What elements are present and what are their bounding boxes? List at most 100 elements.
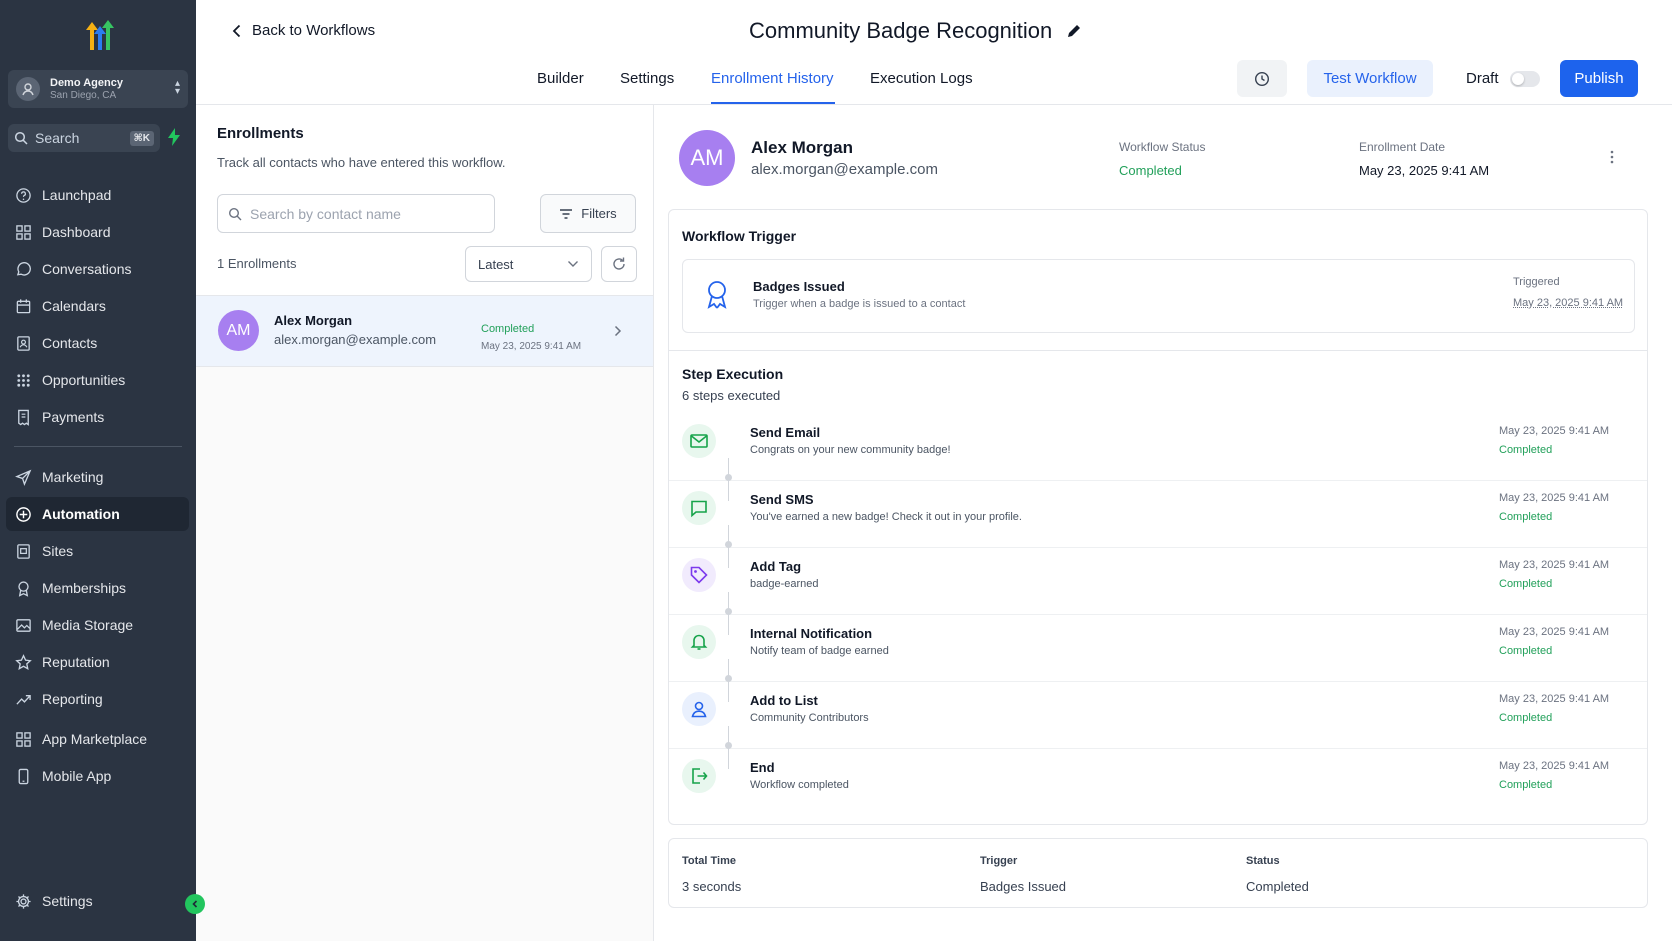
- step-row[interactable]: Add Tag badge-earned May 23, 2025 9:41 A…: [669, 548, 1647, 615]
- step-date: May 23, 2025 9:41 AM: [1499, 626, 1610, 638]
- step-row[interactable]: End Workflow completed May 23, 2025 9:41…: [669, 749, 1647, 816]
- sidebar-item-mobile-app[interactable]: Mobile App: [6, 759, 189, 793]
- sidebar-item-launchpad[interactable]: Launchpad: [6, 178, 189, 212]
- clock-history-icon: [1254, 71, 1270, 86]
- step-connector-dot: [725, 742, 732, 749]
- mail-icon: [682, 424, 716, 458]
- agency-location: San Diego, CA: [50, 89, 117, 101]
- enrollment-date: May 23, 2025 9:41 AM: [481, 341, 582, 352]
- sidebar-item-calendars[interactable]: Calendars: [6, 289, 189, 323]
- app-logo[interactable]: [78, 16, 118, 56]
- triggered-date: May 23, 2025 9:41 AM: [1513, 297, 1624, 309]
- version-history-button[interactable]: [1237, 60, 1287, 97]
- sidebar-item-app-marketplace[interactable]: App Marketplace: [6, 722, 189, 756]
- enrollments-header: Enrollments Track all contacts who have …: [196, 105, 653, 367]
- sidebar-item-reporting[interactable]: Reporting: [6, 682, 189, 716]
- edit-pencil-icon[interactable]: [1066, 23, 1082, 39]
- execution-summary: Total Time 3 seconds Trigger Badges Issu…: [668, 838, 1648, 908]
- sidebar-item-label: Launchpad: [42, 187, 112, 203]
- workflow-title: Community Badge Recognition: [749, 18, 1082, 44]
- step-description: Congrats on your new community badge!: [750, 444, 951, 456]
- refresh-button[interactable]: [601, 246, 637, 282]
- filters-label: Filters: [581, 206, 617, 221]
- back-to-workflows-link[interactable]: Back to Workflows: [232, 22, 375, 39]
- sidebar-item-label: Media Storage: [42, 617, 134, 633]
- step-date: May 23, 2025 9:41 AM: [1499, 425, 1610, 437]
- back-label: Back to Workflows: [252, 22, 376, 39]
- sidebar-item-memberships[interactable]: Memberships: [6, 571, 189, 605]
- enrollments-count: 1 Enrollments: [217, 256, 297, 271]
- workflow-status-value: Completed: [1119, 163, 1182, 178]
- step-description: badge-earned: [750, 578, 819, 590]
- publish-button[interactable]: Publish: [1560, 60, 1638, 97]
- send-icon: [14, 468, 32, 486]
- step-row[interactable]: Internal Notification Notify team of bad…: [669, 615, 1647, 682]
- sidebar-item-sites[interactable]: Sites: [6, 534, 189, 568]
- lightning-icon[interactable]: [168, 128, 180, 146]
- collapse-sidebar-button[interactable]: [185, 894, 205, 914]
- enrollments-subtitle: Track all contacts who have entered this…: [217, 155, 506, 170]
- detail-avatar: AM: [679, 130, 735, 186]
- exit-icon: [682, 759, 716, 793]
- calendar-icon: [14, 297, 32, 315]
- draft-toggle[interactable]: [1510, 71, 1540, 87]
- sidebar-item-settings[interactable]: Settings: [6, 884, 189, 918]
- sidebar-item-contacts[interactable]: Contacts: [6, 326, 189, 360]
- image-icon: [14, 616, 32, 634]
- enrollments-title: Enrollments: [217, 125, 304, 142]
- contact-search-input[interactable]: Search by contact name: [217, 194, 495, 233]
- step-connector-dot: [725, 541, 732, 548]
- detail-contact-name: Alex Morgan: [751, 138, 854, 157]
- page-title: Community Badge Recognition: [749, 18, 1053, 43]
- step-status: Completed: [1499, 779, 1553, 791]
- tab-settings[interactable]: Settings: [620, 70, 674, 87]
- contact-name: Alex Morgan: [274, 313, 353, 328]
- sort-select[interactable]: Latest: [465, 246, 592, 282]
- step-date: May 23, 2025 9:41 AM: [1499, 693, 1610, 705]
- chevron-right-icon: [614, 325, 622, 337]
- enrollment-row[interactable]: AM Alex Morgan alex.morgan@example.com C…: [196, 295, 653, 367]
- step-description: Community Contributors: [750, 712, 869, 724]
- sidebar-search[interactable]: Search ⌘K: [8, 124, 160, 152]
- step-status: Completed: [1499, 645, 1553, 657]
- tab-execution-logs[interactable]: Execution Logs: [870, 70, 973, 87]
- workflow-trigger-title: Workflow Trigger: [682, 228, 797, 244]
- sidebar-item-conversations[interactable]: Conversations: [6, 252, 189, 286]
- step-row[interactable]: Send Email Congrats on your new communit…: [669, 414, 1647, 481]
- search-icon: [228, 207, 242, 220]
- bell-icon: [682, 625, 716, 659]
- total-time-value: 3 seconds: [682, 879, 742, 894]
- detail-contact-email: alex.morgan@example.com: [751, 161, 938, 178]
- tab-builder[interactable]: Builder: [537, 70, 584, 87]
- chevron-left-icon: [232, 24, 241, 37]
- contact-avatar: AM: [218, 310, 259, 351]
- sidebar-item-opportunities[interactable]: Opportunities: [6, 363, 189, 397]
- sidebar-item-marketing[interactable]: Marketing: [6, 460, 189, 494]
- sidebar-item-reputation[interactable]: Reputation: [6, 645, 189, 679]
- summary-status-label: Status: [1246, 855, 1280, 867]
- refresh-icon: [613, 257, 625, 270]
- more-options-icon[interactable]: [1610, 149, 1614, 165]
- sidebar-item-automation[interactable]: Automation: [6, 497, 189, 531]
- chevron-updown-icon: ▴ ▾: [174, 78, 180, 97]
- step-row[interactable]: Send SMS You've earned a new badge! Chec…: [669, 481, 1647, 548]
- sidebar-item-media-storage[interactable]: Media Storage: [6, 608, 189, 642]
- sidebar: Demo Agency San Diego, CA ▴ ▾ Search ⌘K L…: [0, 0, 196, 941]
- test-workflow-button[interactable]: Test Workflow: [1307, 60, 1433, 97]
- tab-enrollment-history[interactable]: Enrollment History: [711, 70, 834, 87]
- filters-button[interactable]: Filters: [540, 194, 636, 233]
- step-status: Completed: [1499, 712, 1553, 724]
- sidebar-item-label: Memberships: [42, 580, 127, 596]
- trend-icon: [14, 690, 32, 708]
- sidebar-item-label: Automation: [42, 506, 120, 522]
- agency-switcher[interactable]: Demo Agency San Diego, CA ▴ ▾: [8, 70, 188, 108]
- summary-trigger-label: Trigger: [980, 855, 1018, 867]
- apps-icon: [14, 730, 32, 748]
- step-row[interactable]: Add to List Community Contributors May 2…: [669, 682, 1647, 749]
- step-description: Workflow completed: [750, 779, 849, 791]
- sidebar-item-dashboard[interactable]: Dashboard: [6, 215, 189, 249]
- step-status: Completed: [1499, 511, 1553, 523]
- sidebar-item-label: Dashboard: [42, 224, 111, 240]
- chat-icon: [14, 260, 32, 278]
- sidebar-item-payments[interactable]: Payments: [6, 400, 189, 434]
